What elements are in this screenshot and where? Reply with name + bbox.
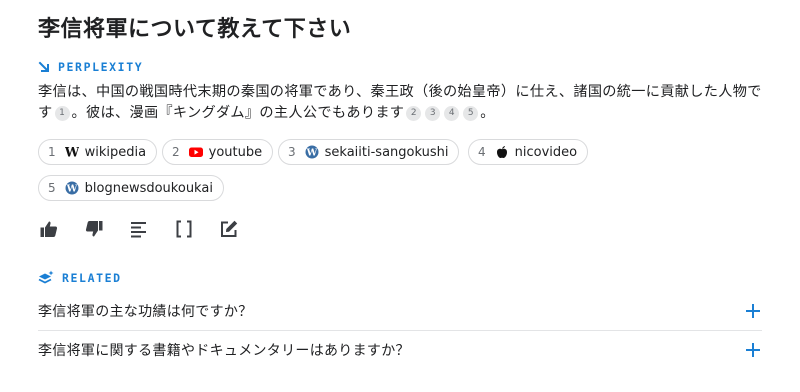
- source-number: 1: [48, 145, 56, 159]
- stack-sparkle-icon: [38, 270, 54, 286]
- citation-1[interactable]: 1: [54, 106, 70, 121]
- nicovideo-icon: [495, 145, 509, 159]
- wordpress-icon: W: [305, 145, 319, 159]
- thumbs-up-icon[interactable]: [38, 218, 60, 240]
- related-question-text: 李信将軍の主な功績は何ですか？: [38, 304, 253, 320]
- related-list: 李信将軍の主な功績は何ですか？ 李信将軍に関する書籍やドキュメンタリーはあります…: [38, 292, 762, 369]
- brackets-icon[interactable]: [173, 218, 195, 240]
- citation-2[interactable]: 2: [406, 106, 422, 121]
- svg-text:W: W: [65, 184, 77, 195]
- thumbs-down-icon[interactable]: [83, 218, 105, 240]
- plus-icon[interactable]: [746, 343, 760, 357]
- perplexity-label: PERPLEXITY: [58, 60, 144, 74]
- answer-part-3: 。: [480, 105, 495, 121]
- citation-3[interactable]: 3: [425, 106, 441, 121]
- related-label: RELATED: [62, 271, 122, 285]
- source-chip-sekaiiti-sangokushi[interactable]: 3 W sekaiiti-sangokushi: [278, 139, 460, 165]
- youtube-icon: [188, 145, 203, 159]
- source-name: youtube: [208, 144, 263, 160]
- source-chip-youtube[interactable]: 2 youtube: [162, 139, 274, 165]
- source-name: blognewsdoukoukai: [84, 180, 213, 196]
- question-title: 李信将軍について教えて下さい: [38, 17, 352, 42]
- answer-part-2: 。彼は、漫画『キングダム』の主人公でもあります: [71, 105, 405, 121]
- edit-icon[interactable]: [218, 218, 240, 240]
- related-question[interactable]: 李信将軍の主な功績は何ですか？: [38, 292, 762, 330]
- svg-text:W: W: [305, 148, 317, 159]
- source-name: wikipedia: [84, 144, 147, 160]
- answer-text: 李信は、中国の戦国時代末期の秦国の将軍であり、秦王政（後の始皇帝）に仕え、諸国の…: [38, 82, 762, 124]
- arrow-down-right-icon: [38, 61, 50, 73]
- text-lines-icon[interactable]: [128, 218, 150, 240]
- source-chip-blognewsdoukoukai[interactable]: 5 W blognewsdoukoukai: [38, 175, 224, 201]
- wikipedia-icon: W: [65, 145, 79, 160]
- source-name: nicovideo: [514, 144, 578, 160]
- citation-5[interactable]: 5: [463, 106, 479, 121]
- source-number: 5: [48, 181, 56, 195]
- related-header: RELATED: [38, 270, 122, 286]
- answer-actions: [38, 218, 263, 240]
- svg-text:W: W: [65, 146, 79, 160]
- source-number: 2: [172, 145, 180, 159]
- perplexity-header: PERPLEXITY: [38, 60, 143, 74]
- source-name: sekaiiti-sangokushi: [324, 144, 449, 160]
- source-chip-nicovideo[interactable]: 4 nicovideo: [468, 139, 589, 165]
- related-question[interactable]: 李信将軍に関する書籍やドキュメンタリーはありますか？: [38, 331, 762, 369]
- wordpress-icon: W: [65, 181, 79, 195]
- source-number: 4: [478, 145, 486, 159]
- plus-icon[interactable]: [746, 304, 760, 318]
- citation-4[interactable]: 4: [444, 106, 460, 121]
- source-number: 3: [288, 145, 296, 159]
- source-chip-wikipedia[interactable]: 1 W wikipedia: [38, 139, 158, 165]
- related-question-text: 李信将軍に関する書籍やドキュメンタリーはありますか？: [38, 343, 410, 359]
